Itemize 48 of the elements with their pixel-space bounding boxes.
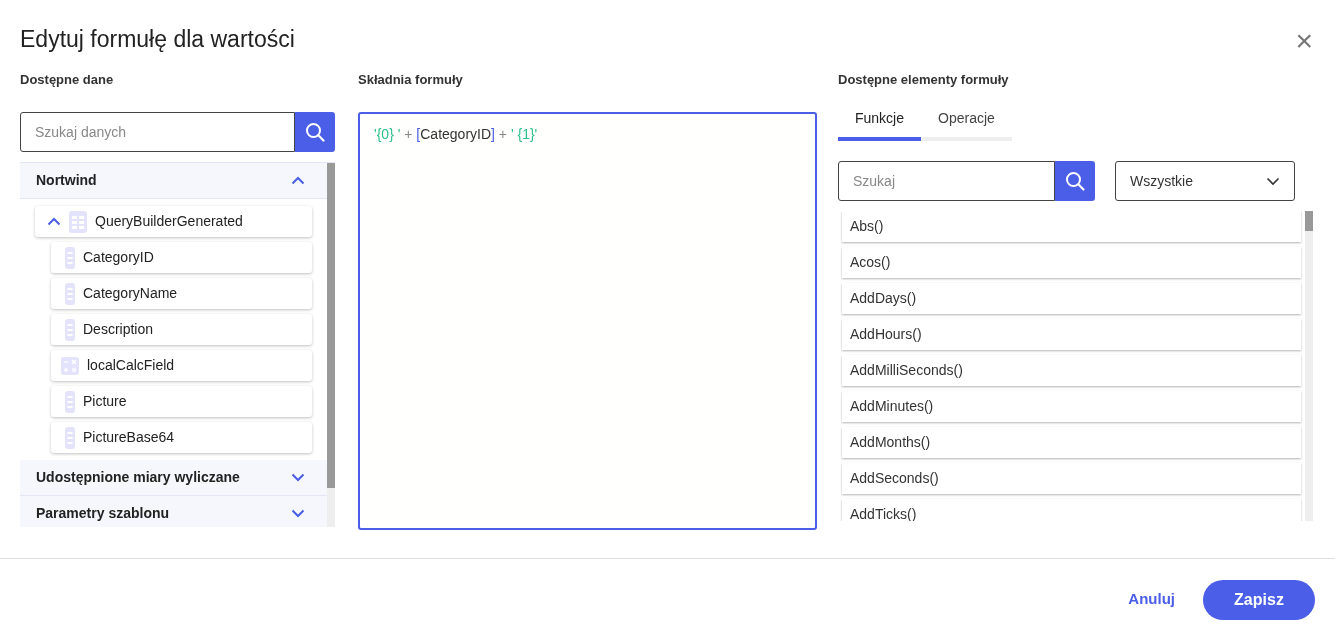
section-header[interactable]: Udostępnione miary wyliczane: [20, 460, 327, 496]
tab[interactable]: Funkcje: [838, 102, 922, 141]
function-item[interactable]: Acos(): [842, 247, 1301, 278]
section-title: Parametry szablonu: [36, 504, 170, 523]
tree-item[interactable]: CategoryName: [51, 278, 312, 309]
field-icon: [65, 426, 75, 449]
field-icon: [65, 318, 75, 341]
tree-item[interactable]: localCalcField: [51, 350, 312, 381]
search-icon: [305, 122, 325, 142]
section-title: Udostępnione miary wyliczane: [36, 468, 240, 487]
formula-text: '{0} ' + [CategoryID] + ' {1}': [374, 126, 538, 142]
field-icon: [65, 390, 75, 413]
function-item[interactable]: AddDays(): [842, 283, 1301, 314]
panel-heading: Dostępne dane: [20, 71, 115, 89]
function-item[interactable]: AddTicks(): [842, 499, 1301, 521]
formula-editor[interactable]: '{0} ' + [CategoryID] + ' {1}': [358, 112, 817, 530]
save-button[interactable]: Zapisz: [1203, 579, 1315, 620]
function-item[interactable]: AddMonths(): [842, 427, 1301, 458]
tree-item[interactable]: QueryBuilderGenerated: [35, 206, 312, 237]
function-item[interactable]: AddHours(): [842, 319, 1301, 350]
search-field[interactable]: Szukaj: [838, 161, 1055, 201]
tab[interactable]: Operacje: [921, 102, 1012, 141]
search-button[interactable]: [1055, 161, 1095, 201]
search-button[interactable]: [295, 112, 335, 152]
section-header[interactable]: Nortwind: [20, 163, 327, 199]
cancel-button[interactable]: Anuluj: [1116, 580, 1187, 619]
close-button[interactable]: ×: [1291, 26, 1317, 56]
panel-heading: Dostępne elementy formuły: [838, 71, 1010, 89]
tree-item[interactable]: CategoryID: [51, 242, 312, 273]
function-item[interactable]: AddMilliSeconds(): [842, 355, 1301, 386]
field-icon: [65, 246, 75, 269]
field-icon: [65, 282, 75, 305]
section-header[interactable]: Parametry szablonu: [20, 496, 327, 527]
tree-item[interactable]: Picture: [51, 386, 312, 417]
calculator-icon: [61, 356, 79, 375]
search-field[interactable]: Szukaj danych: [20, 112, 295, 152]
function-item[interactable]: AddSeconds(): [842, 463, 1301, 494]
tree-item[interactable]: Description: [51, 314, 312, 345]
table-icon: [69, 210, 87, 233]
search-icon: [1065, 171, 1085, 191]
function-item[interactable]: Abs(): [842, 211, 1301, 242]
filter-dropdown[interactable]: Wszystkie: [1115, 161, 1295, 201]
section-title: Nortwind: [36, 171, 97, 190]
function-item[interactable]: AddMinutes(): [842, 391, 1301, 422]
chevron-down-icon: [1266, 176, 1280, 186]
dialog-title: Edytuj formułę dla wartości: [20, 26, 295, 54]
tree-item[interactable]: PictureBase64: [51, 422, 312, 453]
panel-heading: Składnia formuły: [358, 71, 464, 89]
